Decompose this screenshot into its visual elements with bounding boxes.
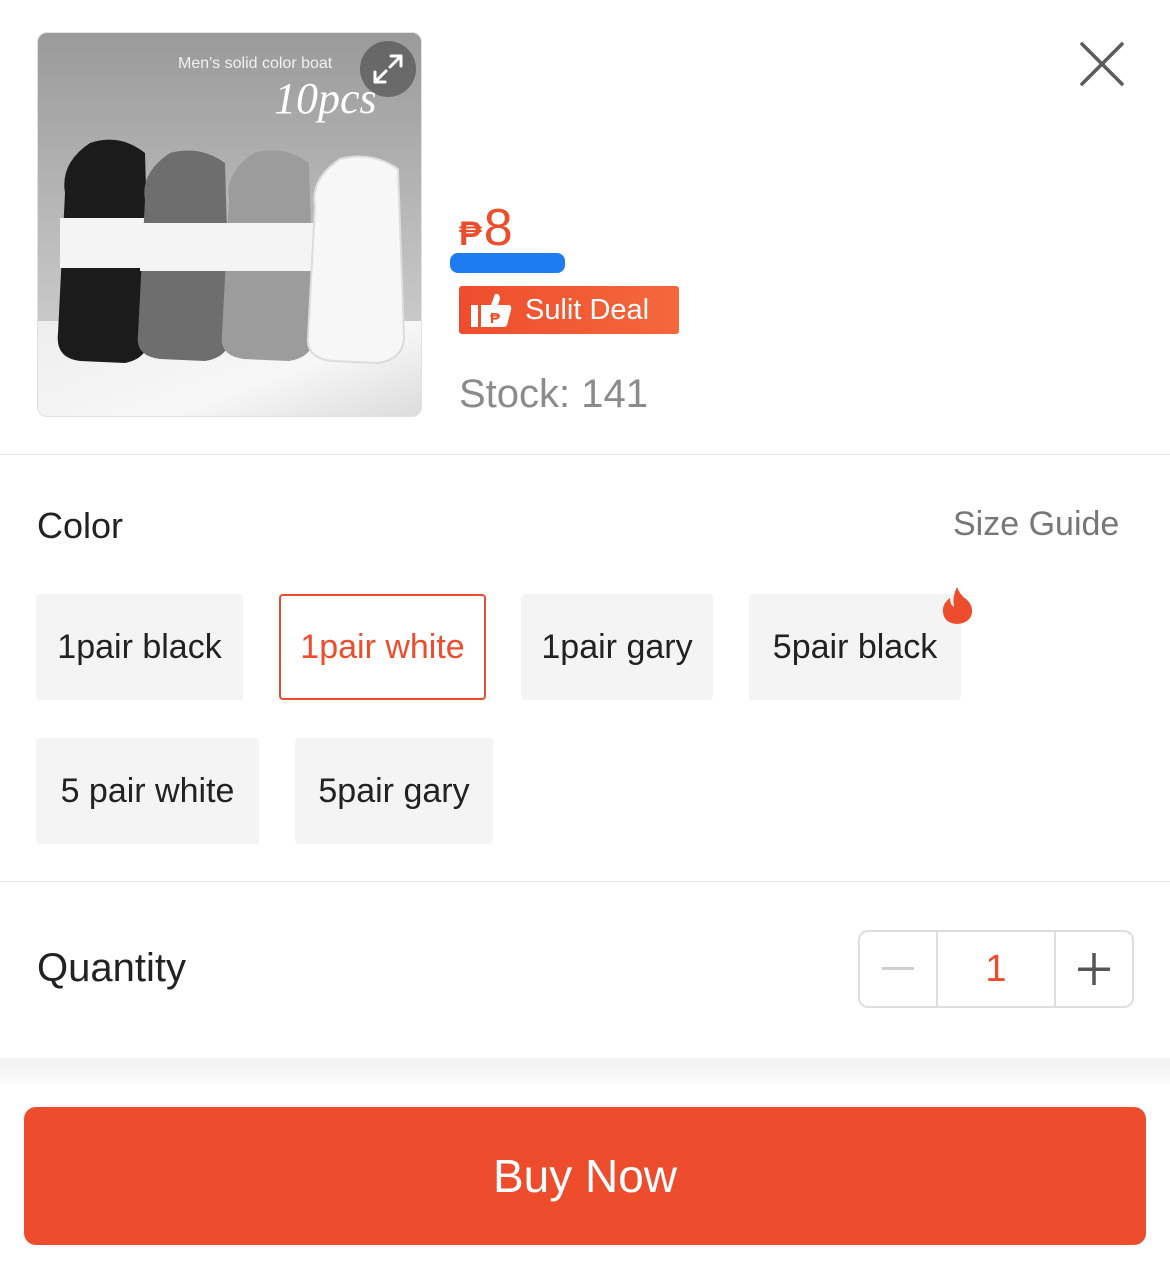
product-price: ₱ 8	[459, 198, 513, 258]
increase-quantity-button[interactable]	[1056, 932, 1132, 1006]
thumbs-up-peso-icon: ₱	[471, 293, 512, 327]
color-option-1pair-black[interactable]: 1pair black	[36, 594, 243, 700]
divider	[0, 454, 1170, 455]
product-summary: Men's solid color boat 10pcs ₱ 8 ₱ Sulit…	[0, 0, 1170, 455]
color-option-5pair-black[interactable]: 5pair black	[749, 594, 961, 700]
close-button[interactable]	[1074, 36, 1130, 92]
sock-white	[306, 155, 406, 365]
footer-separator	[0, 1058, 1170, 1084]
divider	[0, 881, 1170, 882]
quantity-label: Quantity	[37, 946, 186, 990]
image-count-label: 10pcs	[274, 74, 377, 123]
stock-count: Stock: 141	[459, 372, 649, 416]
quantity-input[interactable]: 1	[936, 932, 1056, 1006]
color-option-5pair-gary[interactable]: 5pair gary	[295, 738, 493, 844]
quantity-stepper: 1	[858, 930, 1134, 1008]
close-icon	[1080, 42, 1124, 86]
price-currency: ₱	[459, 215, 482, 253]
size-guide-link[interactable]: Size Guide	[953, 505, 1119, 544]
color-option-1pair-gary[interactable]: 1pair gary	[521, 594, 713, 700]
expand-image-button[interactable]	[360, 41, 416, 97]
color-option-5pair-white[interactable]: 5 pair white	[36, 738, 259, 844]
svg-text:₱: ₱	[490, 310, 500, 327]
minus-icon	[882, 967, 914, 970]
plus-icon	[1078, 953, 1110, 985]
deal-label: Sulit Deal	[525, 293, 650, 326]
fire-icon	[942, 587, 973, 624]
variation-label: Color	[37, 505, 124, 546]
color-option-1pair-white[interactable]: 1pair white	[279, 594, 486, 700]
redaction-mark	[450, 253, 565, 273]
variation-bottom-sheet: Men's solid color boat 10pcs ₱ 8 ₱ Sulit…	[0, 0, 1170, 1278]
image-caption: Men's solid color boat	[178, 55, 333, 72]
decrease-quantity-button[interactable]	[860, 932, 936, 1006]
sulit-deal-badge: ₱ Sulit Deal	[459, 286, 679, 334]
expand-icon	[373, 54, 403, 84]
buy-now-button[interactable]: Buy Now	[24, 1107, 1146, 1245]
price-value: 8	[483, 199, 513, 257]
product-image[interactable]: Men's solid color boat 10pcs	[37, 32, 422, 417]
